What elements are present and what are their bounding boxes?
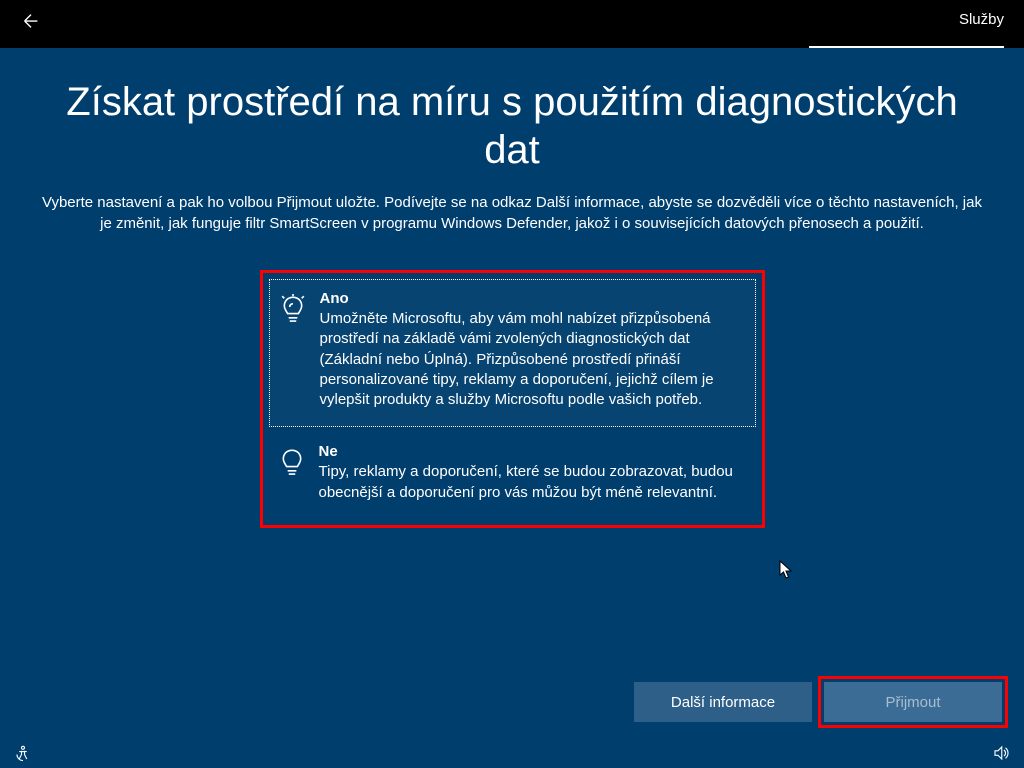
more-info-button[interactable]: Další informace	[634, 682, 812, 722]
option-yes-desc: Umožněte Microsoftu, aby vám mohl nabíze…	[320, 309, 739, 410]
bottom-bar	[0, 738, 1024, 768]
accept-button[interactable]: Přijmout	[824, 682, 1002, 722]
lightbulb-off-icon	[279, 447, 305, 479]
accessibility-icon[interactable]	[14, 744, 32, 762]
option-no-desc: Tipy, reklamy a doporučení, které se bud…	[319, 462, 740, 503]
tab-underline	[809, 46, 1004, 48]
main-content: Získat prostředí na míru s použitím diag…	[0, 48, 1024, 528]
sound-icon[interactable]	[992, 744, 1010, 762]
option-no[interactable]: Ne Tipy, reklamy a doporučení, které se …	[269, 433, 756, 519]
page-title: Získat prostředí na míru s použitím diag…	[40, 78, 984, 174]
mouse-cursor-icon	[779, 560, 793, 580]
option-no-content: Ne Tipy, reklamy a doporučení, které se …	[319, 443, 740, 503]
accept-highlight-box: Přijmout	[818, 676, 1008, 728]
option-no-title: Ne	[319, 443, 740, 460]
option-yes[interactable]: Ano Umožněte Microsoftu, aby vám mohl na…	[269, 279, 756, 427]
lightbulb-on-icon	[280, 294, 306, 326]
back-arrow-icon[interactable]	[20, 10, 42, 38]
top-bar: Služby	[0, 0, 1024, 48]
option-yes-content: Ano Umožněte Microsoftu, aby vám mohl na…	[320, 290, 739, 410]
option-yes-title: Ano	[320, 290, 739, 307]
tab-services[interactable]: Služby	[959, 11, 1004, 38]
bottom-buttons: Další informace Přijmout	[634, 676, 1008, 728]
page-subtitle: Vyberte nastavení a pak ho volbou Přijmo…	[42, 192, 982, 234]
options-highlight-box: Ano Umožněte Microsoftu, aby vám mohl na…	[260, 270, 765, 528]
